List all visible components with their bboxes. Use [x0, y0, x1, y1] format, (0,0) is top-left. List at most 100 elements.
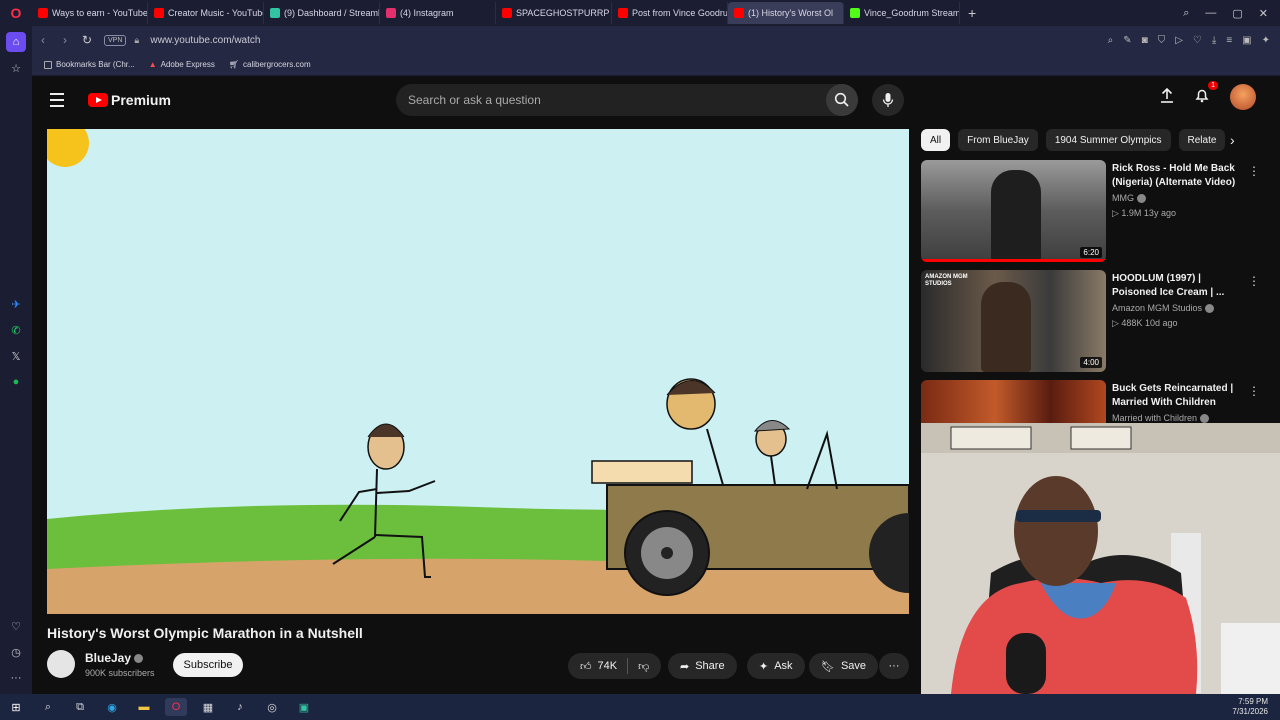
shield-icon[interactable]: ⛉ [1158, 35, 1166, 46]
like-dislike-group: 👍︎ 74K 👎︎ [568, 653, 662, 679]
history-icon[interactable]: ◷ [6, 642, 26, 662]
video-meta: ▷ 1.9M 13y ago [1112, 208, 1176, 218]
search-input[interactable]: Search or ask a question [396, 93, 826, 107]
filter-chip[interactable]: From BlueJay [958, 129, 1038, 151]
x-icon[interactable]: 𝕏 [6, 346, 26, 366]
more-actions-button[interactable]: ··· [879, 653, 909, 679]
store-icon[interactable]: ▦ [197, 698, 219, 716]
browser-tab[interactable]: Vince_Goodrum Stream - [844, 2, 960, 24]
edge-icon[interactable]: ◉ [101, 698, 123, 716]
views-icon: ▷ [1112, 208, 1122, 218]
tiktok-icon[interactable]: ♪ [229, 698, 251, 716]
search-tabs-icon[interactable]: ⌕ [1183, 7, 1189, 20]
browser-tab[interactable]: (4) Instagram [380, 2, 496, 24]
channel-name[interactable]: MMG [1112, 193, 1146, 204]
menu-icon[interactable] [50, 93, 74, 107]
subscribe-button[interactable]: Subscribe [173, 653, 243, 677]
channel-name[interactable]: Married with Children [1112, 413, 1210, 424]
video-title[interactable]: Buck Gets Reincarnated | Married With Ch… [1112, 382, 1242, 410]
save-button[interactable]: 🔖︎ Save [809, 653, 879, 679]
tab-favicon-icon [618, 8, 628, 18]
streamlabs-icon[interactable]: ▣ [293, 698, 315, 716]
back-button[interactable]: ‹ [32, 33, 54, 47]
video-player[interactable] [47, 129, 909, 614]
vpn-badge[interactable]: VPN [104, 34, 127, 46]
file-explorer-icon[interactable]: ▬ [133, 698, 155, 716]
opera-logo-icon[interactable]: O [0, 0, 32, 26]
filter-chip[interactable]: All [921, 129, 951, 151]
new-tab-button[interactable]: + [960, 5, 984, 21]
video-title[interactable]: HOODLUM (1997) | Poisoned Ice Cream | ..… [1112, 272, 1242, 300]
browser-tab[interactable]: Post from Vince Goodrum [612, 2, 728, 24]
filter-chip[interactable]: 1904 Summer Olympics [1045, 129, 1171, 151]
channel-name[interactable]: Amazon MGM Studios [1112, 303, 1215, 314]
spotify-icon[interactable]: ● [6, 372, 26, 392]
upload-icon[interactable] [1160, 87, 1174, 108]
heart-icon[interactable]: ♡ [1193, 35, 1202, 46]
ask-button[interactable]: ✦ Ask [747, 653, 805, 679]
close-window-button[interactable]: ✕ [1259, 7, 1268, 20]
video-title[interactable]: Rick Ross - Hold Me Back (Nigeria) (Alte… [1112, 162, 1242, 190]
windows-start-icon[interactable]: ⊞ [5, 698, 27, 716]
search-button[interactable] [826, 84, 858, 116]
more-options-icon[interactable]: ⋮ [1248, 274, 1260, 288]
whatsapp-icon[interactable]: ✆ [6, 320, 26, 340]
like-button[interactable]: 👍︎ 74K [580, 660, 617, 673]
recommended-video[interactable]: AMAZON MGM STUDIOS 4:00 HOODLUM (1997) |… [921, 270, 1260, 372]
more-icon[interactable]: ··· [6, 668, 26, 688]
more-options-icon[interactable]: ⋮ [1248, 164, 1260, 178]
maximize-button[interactable]: ▢ [1232, 7, 1242, 20]
browser-tab[interactable]: SPACEGHOSTPURRP & DC [496, 2, 612, 24]
task-view-icon[interactable]: ⧉ [69, 698, 91, 716]
youtube-logo[interactable]: Premium [88, 92, 171, 108]
filter-chips: All From BlueJay 1904 Summer Olympics Relat… [921, 129, 1226, 151]
lock-icon[interactable]: 🔒︎ [134, 35, 144, 46]
minimize-button[interactable]: — [1205, 7, 1216, 20]
star-icon[interactable]: ☆ [6, 58, 26, 78]
recommended-video[interactable]: 6:20 Rick Ross - Hold Me Back (Nigeria) … [921, 160, 1260, 262]
chevron-right-icon[interactable]: › [1230, 132, 1235, 148]
extension-icon[interactable]: ▣ [1242, 35, 1251, 46]
video-thumbnail[interactable]: AMAZON MGM STUDIOS 4:00 [921, 270, 1106, 372]
more-options-icon[interactable]: ⋮ [1248, 384, 1260, 398]
bookmark-item[interactable]: ▲ Adobe Express [149, 60, 215, 69]
browser-tab[interactable]: (1) History's Worst Ol [728, 2, 844, 24]
channel-avatar[interactable] [47, 650, 75, 678]
address-bar: ‹ › ↻ VPN 🔒︎ www.youtube.com/watch ⌕ ✎ ◙… [32, 26, 1280, 54]
bookmark-item[interactable]: 🛒︎ calibergrocers.com [229, 60, 311, 69]
thumbs-down-icon: 👎︎ [638, 660, 650, 673]
dislike-button[interactable]: 👎︎ [638, 660, 649, 673]
aria-icon[interactable]: ✦ [1262, 35, 1270, 46]
browser-tab[interactable]: Creator Music - YouTube S [148, 2, 264, 24]
send-icon[interactable]: ▷ [1175, 35, 1183, 46]
share-button[interactable]: ➦ Share [668, 653, 737, 679]
voice-search-button[interactable] [872, 84, 904, 116]
browser-tab[interactable]: (9) Dashboard / Streamlab [264, 2, 380, 24]
browser-tab[interactable]: Ways to earn - YouTube St [32, 2, 148, 24]
url-field[interactable]: www.youtube.com/watch [150, 35, 260, 46]
menu-icon[interactable]: ≡ [1226, 35, 1232, 46]
webcam-feed [921, 423, 1280, 694]
search-box[interactable]: Search or ask a question [396, 84, 858, 116]
reload-button[interactable]: ↻ [76, 33, 98, 47]
download-icon[interactable]: ⤓ [1212, 35, 1216, 46]
home-icon[interactable]: ⌂ [6, 32, 26, 52]
channel-name[interactable]: BlueJay [85, 651, 144, 665]
messenger-icon[interactable]: ✈ [6, 294, 26, 314]
video-thumbnail[interactable]: 6:20 [921, 160, 1106, 262]
obs-icon[interactable]: ◎ [261, 698, 283, 716]
notifications-button[interactable]: 1 [1194, 80, 1218, 108]
system-clock[interactable]: 7:59 PM 7/31/2026 [1232, 697, 1280, 717]
filter-chip[interactable]: Relate [1178, 129, 1226, 151]
avatar[interactable] [1230, 84, 1256, 110]
webcam-overlay [921, 423, 1280, 694]
bookmark-item[interactable]: Bookmarks Bar (Chr... [44, 60, 135, 69]
bell-icon [1195, 89, 1209, 102]
search-icon[interactable]: ⌕ [37, 698, 59, 716]
heart-icon[interactable]: ♡ [6, 616, 26, 636]
edit-icon[interactable]: ✎ [1123, 35, 1131, 46]
forward-button[interactable]: › [54, 33, 76, 47]
zoom-icon[interactable]: ⌕ [1108, 35, 1114, 46]
camera-icon[interactable]: ◙ [1142, 35, 1148, 46]
opera-icon[interactable]: O [165, 698, 187, 716]
